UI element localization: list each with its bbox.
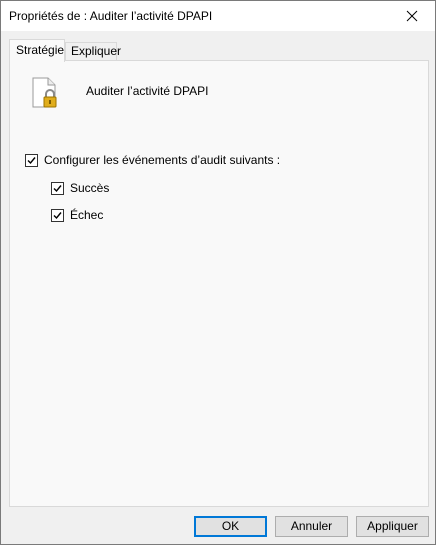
success-checkbox-row[interactable]: Succès [51,181,109,195]
tab-expliquer[interactable]: Expliquer [65,42,121,61]
checkmark-icon [53,211,62,219]
close-button[interactable] [389,1,435,31]
ok-button[interactable]: OK [194,516,267,537]
window-title: Propriétés de : Auditer l’activité DPAPI [9,9,213,23]
close-icon [406,10,418,22]
tab-strategie[interactable]: Stratégie [9,39,65,62]
failure-label: Échec [70,208,104,222]
success-checkbox[interactable] [51,181,64,195]
checkmark-icon [53,184,62,192]
properties-dialog: Propriétés de : Auditer l’activité DPAPI… [0,0,436,545]
configure-audit-checkbox-row[interactable]: Configurer les événements d’audit suivan… [25,153,280,167]
policy-name: Auditer l’activité DPAPI [86,84,209,98]
tab-panel-strategie: Auditer l’activité DPAPI Configurer les … [9,60,429,507]
apply-button[interactable]: Appliquer [356,516,429,537]
cancel-button[interactable]: Annuler [275,516,348,537]
configure-audit-label: Configurer les événements d’audit suivan… [44,153,281,167]
document-lock-icon [32,77,57,108]
title-bar: Propriétés de : Auditer l’activité DPAPI [1,1,435,31]
failure-checkbox-row[interactable]: Échec [51,208,103,222]
checkmark-icon [27,156,36,164]
failure-checkbox[interactable] [51,208,64,222]
tab-strip: Stratégie Expliquer [9,39,429,62]
configure-audit-checkbox[interactable] [25,153,38,167]
success-label: Succès [70,181,110,195]
